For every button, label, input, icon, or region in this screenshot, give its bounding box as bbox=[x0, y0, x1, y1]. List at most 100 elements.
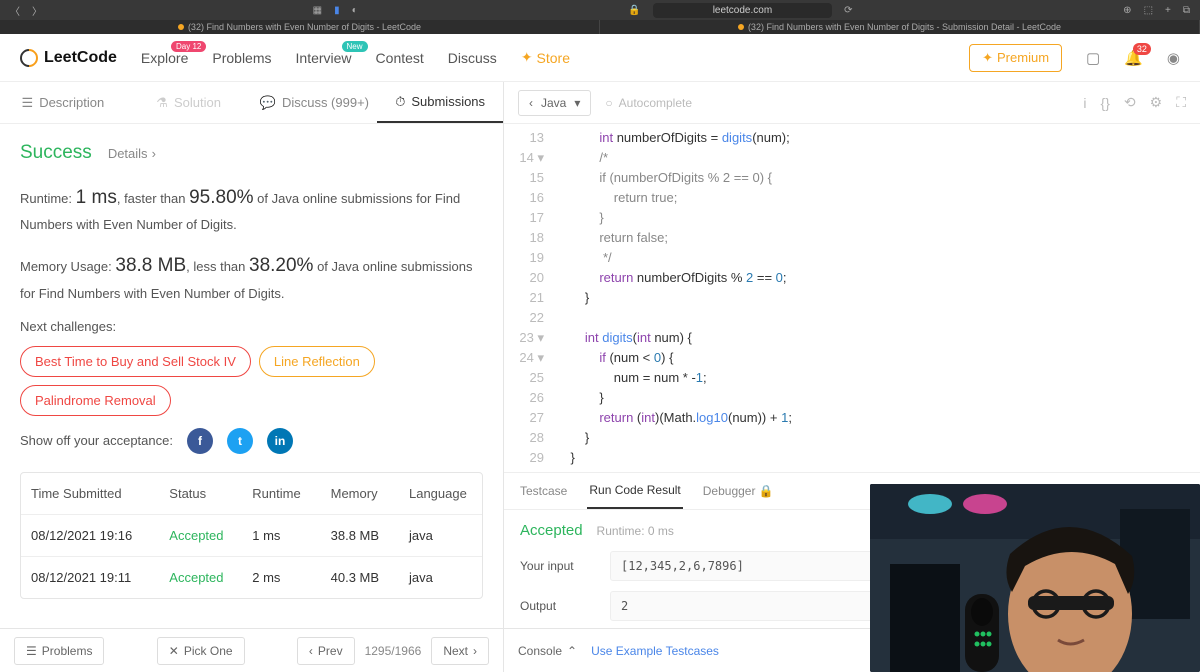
doc-icon: ☰ bbox=[22, 95, 34, 111]
add-icon[interactable]: + bbox=[1165, 5, 1171, 16]
chevron-up-icon: ⌃ bbox=[567, 644, 577, 658]
chevron-right-icon: › bbox=[473, 644, 477, 658]
nav-explore[interactable]: Explore Day 12 bbox=[141, 50, 188, 66]
col-status: Status bbox=[159, 473, 242, 514]
prev-button[interactable]: ‹Prev bbox=[297, 637, 355, 665]
reader-icon[interactable]: ▮ bbox=[334, 5, 340, 16]
url-bar[interactable]: leetcode.com bbox=[653, 3, 832, 18]
tab-description[interactable]: ☰Description bbox=[0, 82, 126, 123]
details-link[interactable]: Details› bbox=[108, 146, 156, 161]
chevron-right-icon: › bbox=[152, 146, 156, 161]
premium-button[interactable]: ✦ Premium bbox=[969, 44, 1062, 72]
tab-solution[interactable]: ⚗Solution bbox=[126, 82, 252, 123]
problems-button[interactable]: ☰Problems bbox=[14, 637, 104, 665]
circle-icon: ○ bbox=[605, 96, 612, 110]
nav-store[interactable]: ✦ Store bbox=[521, 49, 570, 66]
nav-contest[interactable]: Contest bbox=[376, 50, 424, 66]
flask-icon: ⚗ bbox=[156, 95, 168, 111]
download-icon[interactable]: ⬚ bbox=[1144, 5, 1153, 16]
twitter-icon[interactable]: t bbox=[227, 428, 253, 454]
linkedin-icon[interactable]: in bbox=[267, 428, 293, 454]
braces-icon[interactable]: {} bbox=[1101, 95, 1110, 111]
top-nav: LeetCode Explore Day 12 Problems Intervi… bbox=[0, 34, 1200, 82]
memory-metric: Memory Usage: 38.8 MB, less than 38.20% … bbox=[20, 250, 483, 304]
table-header: Time Submitted Status Runtime Memory Lan… bbox=[21, 473, 482, 515]
challenge-pill-3[interactable]: Palindrome Removal bbox=[20, 385, 171, 416]
share-row: Show off your acceptance: f t in bbox=[20, 428, 483, 454]
tab-testcase[interactable]: Testcase bbox=[518, 474, 569, 508]
list-icon: ☰ bbox=[26, 644, 37, 658]
caret-icon: ‹ bbox=[529, 96, 533, 110]
logo[interactable]: LeetCode bbox=[20, 49, 117, 67]
table-row[interactable]: 08/12/2021 19:16 Accepted 1 ms 38.8 MB j… bbox=[21, 515, 482, 557]
lock-icon: 🔒 bbox=[759, 484, 774, 498]
brand-name: LeetCode bbox=[44, 49, 117, 67]
submissions-table: Time Submitted Status Runtime Memory Lan… bbox=[20, 472, 483, 599]
runtime-metric: Runtime: 1 ms, faster than 95.80% of Jav… bbox=[20, 182, 483, 236]
pick-one-button[interactable]: ✕Pick One bbox=[157, 637, 245, 665]
success-label: Success bbox=[20, 142, 92, 164]
use-example-link[interactable]: Use Example Testcases bbox=[591, 644, 719, 658]
table-row[interactable]: 08/12/2021 19:11 Accepted 2 ms 40.3 MB j… bbox=[21, 557, 482, 598]
facebook-icon[interactable]: f bbox=[187, 428, 213, 454]
refresh-icon[interactable]: ⟳ bbox=[844, 5, 852, 16]
undo-icon[interactable]: ⟲ bbox=[1124, 94, 1136, 111]
challenge-pill-1[interactable]: Best Time to Buy and Sell Stock IV bbox=[20, 346, 251, 377]
nav-discuss[interactable]: Discuss bbox=[448, 50, 497, 66]
webcam-overlay bbox=[870, 484, 1200, 672]
timer-icon[interactable]: ▢ bbox=[1086, 49, 1100, 67]
interview-badge: New bbox=[342, 41, 368, 52]
tab-discuss[interactable]: 💬Discuss (999+) bbox=[252, 82, 378, 123]
next-challenges-label: Next challenges: bbox=[20, 319, 483, 334]
shield-icon[interactable]: ▦ bbox=[313, 5, 322, 16]
browser-tab-strip: (32) Find Numbers with Even Number of Di… bbox=[0, 20, 1200, 34]
star-icon: ✦ bbox=[982, 50, 993, 66]
output-label: Output bbox=[520, 599, 610, 613]
console-button[interactable]: Console⌃ bbox=[518, 644, 577, 658]
browser-tab-2[interactable]: (32) Find Numbers with Even Number of Di… bbox=[600, 20, 1200, 34]
clock-icon: ⏱ bbox=[395, 94, 405, 110]
code-toolbar: ‹ Java ▾ ○ Autocomplete i {} ⟲ ⚙ ⛶ bbox=[504, 82, 1200, 124]
info-icon[interactable]: i bbox=[1083, 95, 1086, 111]
problem-counter: 1295/1966 bbox=[365, 644, 422, 658]
share-icon[interactable]: ⊕ bbox=[1123, 5, 1131, 16]
col-language: Language bbox=[399, 473, 482, 514]
challenge-pills: Best Time to Buy and Sell Stock IV Line … bbox=[20, 346, 483, 416]
explore-badge: Day 12 bbox=[171, 41, 206, 52]
left-footer: ☰Problems ✕Pick One ‹Prev 1295/1966 Next… bbox=[0, 628, 503, 672]
nav-forward-icon[interactable]: 〉 bbox=[32, 3, 42, 18]
left-pane: ☰Description ⚗Solution 💬Discuss (999+) ⏱… bbox=[0, 82, 504, 672]
fullscreen-icon[interactable]: ⛶ bbox=[1176, 94, 1186, 111]
tab-debugger[interactable]: Debugger 🔒 bbox=[701, 474, 776, 508]
submission-body: Success Details› Runtime: 1 ms, faster t… bbox=[0, 124, 503, 628]
code-editor[interactable]: 1314 ▾151617181920212223 ▾24 ▾2526272829… bbox=[504, 124, 1200, 472]
contrast-icon[interactable]: ◐ bbox=[352, 5, 358, 16]
chevron-down-icon: ▾ bbox=[574, 96, 580, 110]
bell-icon[interactable]: 🔔 32 bbox=[1124, 49, 1143, 67]
language-select[interactable]: ‹ Java ▾ bbox=[518, 90, 591, 116]
store-icon: ✦ bbox=[521, 49, 533, 66]
result-runtime: Runtime: 0 ms bbox=[597, 524, 674, 538]
next-button[interactable]: Next› bbox=[431, 637, 489, 665]
lock-icon: 🔒 bbox=[628, 5, 640, 16]
browser-toolbar: 〈 〉 ▦ ▮ ◐ 🔒 leetcode.com ⟳ ⊕ ⬚ + ⧉ bbox=[0, 0, 1200, 20]
nav-back-icon[interactable]: 〈 bbox=[10, 3, 20, 18]
challenge-pill-2[interactable]: Line Reflection bbox=[259, 346, 375, 377]
nav-problems[interactable]: Problems bbox=[212, 50, 271, 66]
nav-interview[interactable]: Interview New bbox=[296, 50, 352, 66]
tabs-icon[interactable]: ⧉ bbox=[1183, 5, 1190, 16]
user-avatar-icon[interactable]: ◉ bbox=[1167, 49, 1180, 67]
chat-icon: 💬 bbox=[260, 95, 276, 111]
col-time: Time Submitted bbox=[21, 473, 159, 514]
result-status: Accepted bbox=[520, 522, 583, 539]
tab-submissions[interactable]: ⏱Submissions bbox=[377, 82, 503, 123]
browser-tab-1[interactable]: (32) Find Numbers with Even Number of Di… bbox=[0, 20, 600, 34]
share-label: Show off your acceptance: bbox=[20, 433, 173, 448]
settings-icon[interactable]: ⚙ bbox=[1150, 94, 1163, 111]
autocomplete-toggle[interactable]: ○ Autocomplete bbox=[605, 96, 692, 110]
col-memory: Memory bbox=[321, 473, 399, 514]
shuffle-icon: ✕ bbox=[169, 644, 179, 658]
tab-run-result[interactable]: Run Code Result bbox=[587, 473, 682, 509]
col-runtime: Runtime bbox=[242, 473, 320, 514]
input-label: Your input bbox=[520, 559, 610, 573]
